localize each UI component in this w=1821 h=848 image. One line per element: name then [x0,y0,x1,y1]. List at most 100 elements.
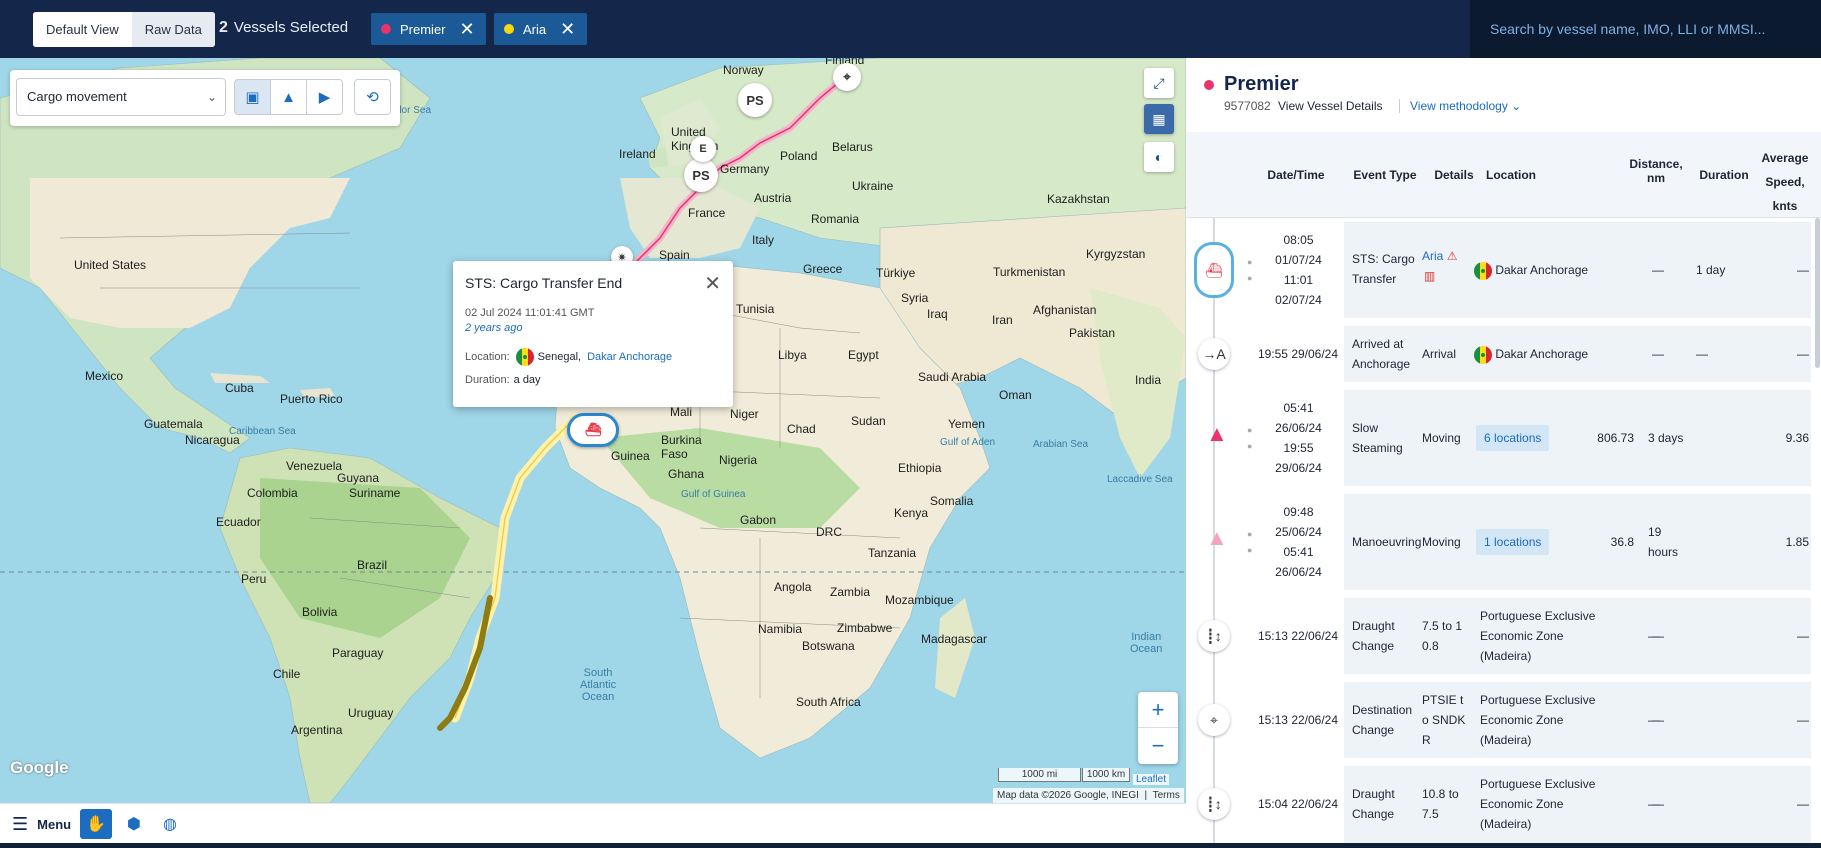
event-detail-link[interactable]: Aria ⚠ [1422,246,1457,266]
close-icon[interactable]: ✕ [560,20,575,38]
events-table-header: Date/Time Event Type Details Location Di… [1186,132,1821,218]
map-label: DRC [816,525,842,539]
event-speed: — [1797,713,1809,727]
map-sea-label: Caribbean Sea [229,426,296,437]
close-icon[interactable]: ✕ [460,20,475,38]
map-label: India [1135,373,1162,387]
event-distance: 806.73 [1597,431,1634,445]
col-datetime[interactable]: Date/Time [1261,168,1331,182]
chevron-down-icon: ⌄ [206,90,217,104]
draught-event-marker[interactable]: E [690,136,716,162]
event-row[interactable]: Draught Change 10.8 to 7.5 Portuguese Excl… [1344,766,1811,843]
map-label: Germany [720,162,770,176]
event-duration: 1 day [1696,263,1726,277]
map-label: Suriname [349,486,401,500]
map-label: Bolivia [302,605,338,619]
date-end: 26/06/24 [1275,565,1322,579]
map-label: Kyrgyzstan [1086,247,1146,261]
vessel-chip-aria[interactable]: Aria ✕ [494,13,587,45]
col-location[interactable]: Location [1486,168,1546,182]
port-stop-marker[interactable]: PS [684,158,718,192]
map-label: Tunisia [736,302,775,316]
sts-transfer-marker[interactable]: ⛴ [567,413,619,447]
map-label: Zimbabwe [837,621,893,635]
event-duration: — [1648,713,1660,727]
date-end: 02/07/24 [1275,293,1322,307]
vessel-chip-premier[interactable]: Premier ✕ [371,13,486,45]
event-type: Slow Steaming [1352,421,1403,455]
panel-scrollbar[interactable] [1815,218,1820,368]
ship-cargo-icon[interactable]: ⛴ [1194,242,1234,298]
map-label: Romania [811,212,860,226]
raw-data-button[interactable]: Raw Data [131,12,215,47]
calendar-check-button[interactable]: ▣ [234,79,271,115]
popup-location-row: Location: Senegal, Dakar Anchorage [465,348,721,366]
event-row[interactable]: Draught Change 7.5 to 1 0.8 Portuguese Exc… [1344,598,1811,674]
destination-pin-icon[interactable]: ⌖ [833,63,861,91]
col-details[interactable]: Details [1429,168,1479,182]
anchorage-arrival-icon[interactable]: →A [1198,338,1230,370]
close-icon[interactable]: ✕ [704,271,721,296]
col-speed[interactable]: Average Speed, knts [1754,146,1816,218]
map-attribution: Map data ©2026 Google, INEGI | Terms [993,788,1184,803]
navigation-arrow-button[interactable]: ▲ [270,79,307,115]
arrow-up-light-icon: ▲ [1206,525,1228,550]
vessel-name: Premier [1204,73,1299,96]
event-row[interactable]: Slow Steaming Moving 6 locations 806.73 3… [1344,390,1811,486]
default-view-button[interactable]: Default View [33,12,132,47]
date-end: 29/06/24 [1275,461,1322,475]
col-distance[interactable]: Distance, nm [1626,157,1686,185]
event-detail: 7.5 to 1 0.8 [1422,619,1463,653]
draught-icon[interactable]: ┋↕ [1198,788,1230,820]
popup-ago: 2 years ago [465,322,523,334]
port-stop-marker[interactable]: PS [738,83,772,117]
map-label: Syria [901,291,929,305]
draught-icon[interactable]: ┋↕ [1198,620,1230,652]
event-time: 15:13 22/06/24 [1257,629,1339,643]
top-bar: Default View Raw Data 2 Vessels Selected … [0,0,1821,58]
terms-link[interactable]: Terms [1153,790,1180,801]
vessel-search-input[interactable]: Search by vessel name, IMO, LLI or MMSI.… [1470,0,1821,58]
leaflet-attribution[interactable]: Leaflet [1133,774,1170,785]
event-row[interactable]: Manoeuvring Moving 1 locations 36.8 19 ho… [1344,494,1811,590]
layers-link-button[interactable]: ⟲ [354,79,391,115]
menu-button[interactable]: ☰ Menu [12,814,71,835]
senegal-flag-icon [515,348,534,366]
add-area-button[interactable]: ⬢ [118,809,150,839]
col-duration[interactable]: Duration [1694,168,1754,182]
zoom-in-button[interactable]: + [1138,692,1178,728]
satellite-layer-button[interactable]: ▦ [1144,104,1174,134]
map-label: Madagascar [921,632,988,646]
popup-location-link[interactable]: Dakar Anchorage [587,351,672,363]
view-methodology-button[interactable]: View methodology ⌄ [1399,99,1521,113]
menu-label: Menu [37,817,72,832]
overlap-shapes-button[interactable]: ◍ [154,809,186,839]
event-row[interactable]: STS: Cargo Transfer Aria ⚠ ▥ Dakar Anchor… [1344,222,1811,318]
view-vessel-details-link[interactable]: View Vessel Details [1278,99,1383,113]
map-label: Venezuela [286,459,343,473]
map-label: United States [74,258,147,272]
locations-button[interactable]: 1 locations [1476,529,1550,555]
event-location: Portuguese Exclusive Economic Zone (Madeir… [1480,777,1596,831]
map-label: Norway [723,63,764,77]
event-type: Destination Change [1352,703,1413,737]
event-type: Draught Change [1352,619,1395,653]
event-row[interactable]: Destination Change PTSIE to SNDK R Portugu… [1344,682,1811,758]
hand-pan-button[interactable]: ✋ [80,809,112,839]
zoom-out-button[interactable]: − [1138,728,1178,764]
map-label: Somalia [930,494,974,508]
map-style-button[interactable]: ◐ [1144,142,1174,172]
col-event-type[interactable]: Event Type [1349,168,1421,182]
map-label: Kenya [894,506,929,520]
cargo-movement-select[interactable]: Cargo movement ⌄ [16,78,226,116]
destination-pin-icon[interactable]: ⌖ [1198,704,1230,736]
play-button[interactable]: ▶ [306,79,343,115]
selected-count-number: 2 [219,19,228,36]
fullscreen-button[interactable]: ⤢ [1144,68,1174,98]
map-view[interactable]: Finland Norway UnitedKingdom Ireland Pol… [0,58,1186,803]
map-label: Sudan [851,414,886,428]
map-label: Burkina Faso [661,433,702,461]
methodology-label: View methodology [1410,99,1508,113]
event-row[interactable]: Arrived at Anchorage Arrival Dakar Anchor… [1344,326,1811,382]
locations-button[interactable]: 6 locations [1476,425,1550,451]
